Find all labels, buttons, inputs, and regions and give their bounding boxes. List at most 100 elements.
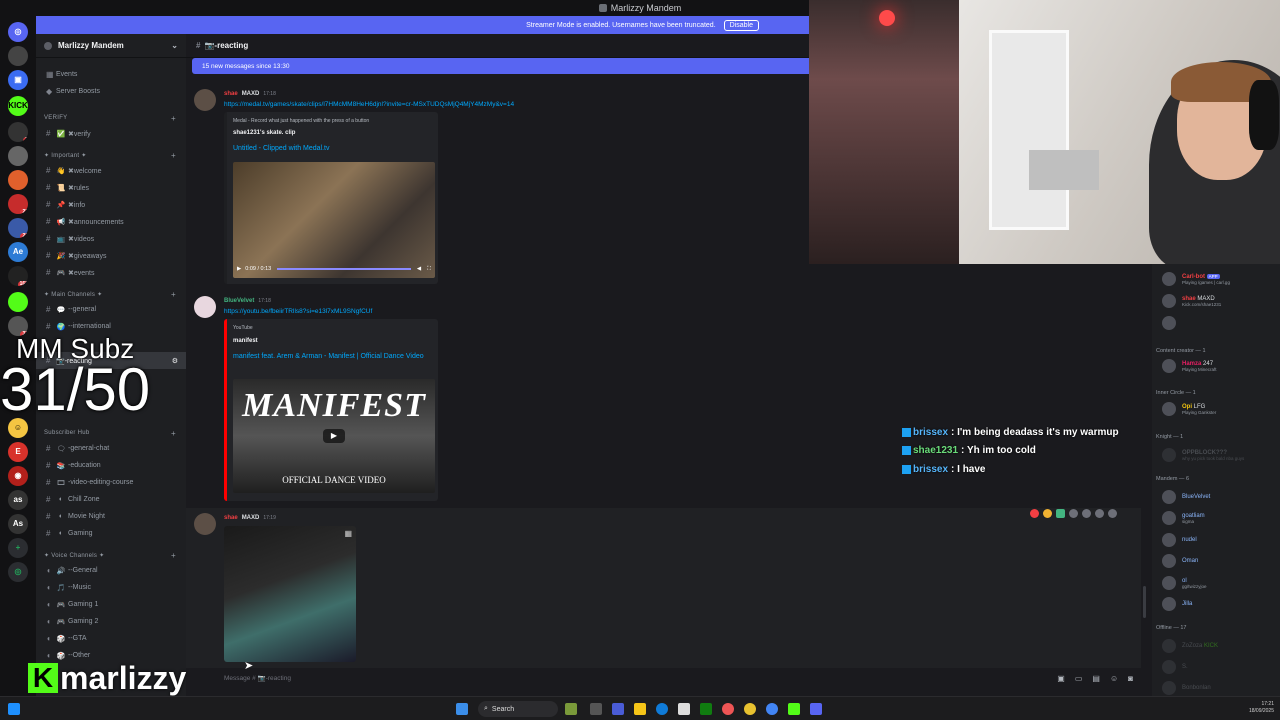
category-important[interactable]: ✦ Important ✦ + — [36, 149, 186, 161]
channel-item[interactable]: # 📜 ✖rules — [36, 179, 186, 196]
sidebar-item-events[interactable]: ▦ Events — [36, 66, 186, 83]
server-icon[interactable] — [8, 292, 28, 312]
username[interactable]: shae — [224, 515, 238, 521]
member-item[interactable]: Bonbonlan — [1162, 679, 1278, 697]
member-item[interactable]: Jilla — [1162, 595, 1278, 613]
fullscreen-icon[interactable]: ⛶ — [427, 266, 431, 273]
channel-item[interactable]: # 🎉 ✖giveaways — [36, 247, 186, 264]
avatar[interactable] — [194, 513, 216, 535]
voice-channel-item[interactable]: ◖ 🎲 --GTA — [36, 630, 186, 647]
search-box[interactable]: ⌕ Search — [478, 701, 558, 717]
member-item[interactable]: Oman — [1162, 552, 1278, 570]
member-item[interactable]: ol gg/twizzyjoe — [1162, 574, 1278, 592]
add-channel-icon[interactable]: + — [171, 114, 176, 123]
chrome-icon[interactable] — [766, 703, 778, 715]
voice-channel-item[interactable]: ◖ 🎮 Gaming 2 — [36, 613, 186, 630]
start-icon[interactable] — [8, 703, 20, 715]
add-channel-icon[interactable]: + — [171, 551, 176, 560]
heart-reaction-icon[interactable] — [1030, 508, 1039, 518]
system-tray[interactable]: 17:21 18/09/2025 — [1249, 701, 1274, 715]
voice-channel-item[interactable]: ◖ 🎵 --Music — [36, 579, 186, 596]
add-channel-icon[interactable]: + — [171, 290, 176, 299]
server-icon[interactable]: ◉ — [8, 466, 28, 486]
channel-item[interactable]: # 📢 ✖announcements — [36, 213, 186, 230]
channel-item[interactable]: # 👋 ✖welcome — [36, 162, 186, 179]
avatar[interactable] — [194, 89, 216, 111]
sticker-icon[interactable]: ▤ — [1092, 674, 1100, 683]
channel-item[interactable]: # 🎞 -video-editing-course — [36, 474, 186, 491]
category-voice[interactable]: ✦ Voice Channels ✦ + — [36, 549, 186, 561]
server-icon[interactable]: 169 — [8, 266, 28, 286]
channel-item[interactable]: # ◐ Chill Zone — [36, 491, 186, 508]
server-icon[interactable]: 3 — [8, 122, 28, 142]
channel-item[interactable]: # ◐ Movie Night — [36, 508, 186, 525]
message-link[interactable]: https://youtu.be/fbeiirTRlls8?si=e13l7xM… — [224, 308, 372, 315]
avatar[interactable] — [194, 296, 216, 318]
member-item[interactable]: OPPBLOCK??? why yu pick took bald nba guy… — [1162, 446, 1278, 464]
category-verify[interactable]: VERIFY + — [36, 112, 186, 124]
member-item[interactable]: nudel — [1162, 531, 1278, 549]
member-item[interactable]: shae MAXD Kick.com/shae1231 — [1162, 292, 1278, 310]
app-icon[interactable] — [678, 703, 690, 715]
video-attachment[interactable]: ▦ — [224, 526, 356, 662]
member-item[interactable]: goatliam sigma — [1162, 509, 1278, 527]
add-channel-icon[interactable]: + — [171, 429, 176, 438]
server-icon[interactable]: 28 — [8, 194, 28, 214]
member-item[interactable]: Opi LFG Playing Gankster — [1162, 400, 1278, 418]
channel-item[interactable]: # ◐ Gaming — [36, 525, 186, 542]
settings-icon[interactable]: ⚙ — [172, 357, 178, 365]
channel-item[interactable]: # 📌 ✖info — [36, 196, 186, 213]
channel-item[interactable]: # 📚 -education — [36, 457, 186, 474]
task-view-icon[interactable] — [590, 703, 602, 715]
more-icon[interactable] — [1108, 508, 1117, 518]
kick-server-icon[interactable]: KICK — [8, 96, 28, 116]
server-icon[interactable] — [8, 170, 28, 190]
discord-icon[interactable] — [810, 703, 822, 715]
disable-streamer-button[interactable]: Disable — [723, 19, 759, 31]
server-icon[interactable]: 20 — [8, 218, 28, 238]
username[interactable]: BlueVelvet — [224, 298, 254, 304]
server-icon[interactable] — [8, 146, 28, 166]
member-item[interactable]: Carl-bot APP Playing /games | carl.gg — [1162, 270, 1278, 288]
play-icon[interactable]: ▶ — [323, 429, 345, 443]
windows-icon[interactable] — [456, 703, 468, 715]
app-icon[interactable] — [788, 703, 800, 715]
laugh-reaction-icon[interactable] — [1043, 508, 1052, 518]
app-icon[interactable] — [722, 703, 734, 715]
member-item[interactable] — [1162, 314, 1278, 332]
xbox-icon[interactable] — [700, 703, 712, 715]
server-icon[interactable]: E — [8, 442, 28, 462]
server-icon[interactable]: ▣ — [8, 70, 28, 90]
member-item[interactable]: S. — [1162, 658, 1278, 676]
server-icon[interactable]: as — [8, 490, 28, 510]
add-channel-icon[interactable]: + — [171, 151, 176, 160]
server-icon[interactable] — [8, 46, 28, 66]
check-reaction-icon[interactable] — [1056, 508, 1065, 518]
channel-item[interactable]: # 🎮 ✖events — [36, 264, 186, 281]
member-item[interactable]: Hamza 247 Playing Minecraft — [1162, 357, 1278, 375]
channel-item[interactable]: # 📺 ✖videos — [36, 230, 186, 247]
home-icon[interactable]: ◎ — [8, 22, 28, 42]
app-icon[interactable] — [612, 703, 624, 715]
server-icon[interactable]: As — [8, 514, 28, 534]
embed-title[interactable]: manifest feat. Arem & Arman - Manifest |… — [233, 352, 433, 362]
edge-icon[interactable] — [656, 703, 668, 715]
gallery-icon[interactable]: ▦ — [344, 529, 352, 538]
add-server-icon[interactable]: + — [8, 538, 28, 558]
video-thumbnail[interactable]: MANIFEST OFFICIAL DANCE VIDEO ▶ — [233, 379, 435, 493]
username[interactable]: shae — [224, 91, 238, 97]
discover-icon[interactable]: ◎ — [8, 562, 28, 582]
category-subscriber-hub[interactable]: Subscriber Hub + — [36, 427, 186, 439]
play-icon[interactable]: ▶ — [237, 266, 241, 272]
file-explorer-icon[interactable] — [634, 703, 646, 715]
embed-title[interactable]: Untitled - Clipped with Medal.tv — [233, 145, 330, 152]
emoji-icon[interactable]: ☺ — [1110, 674, 1118, 683]
channel-item[interactable]: # 💬 --general — [36, 301, 186, 318]
volume-icon[interactable]: ◀ — [417, 266, 421, 272]
scrollbar[interactable] — [1143, 586, 1146, 618]
video-progress[interactable] — [277, 268, 411, 270]
gif-icon[interactable]: ▭ — [1075, 674, 1083, 683]
voice-channel-item[interactable]: ◖ 🔊 --General — [36, 562, 186, 579]
apps-icon[interactable]: ◙ — [1128, 674, 1133, 683]
member-item[interactable]: BlueVelvet — [1162, 488, 1278, 506]
